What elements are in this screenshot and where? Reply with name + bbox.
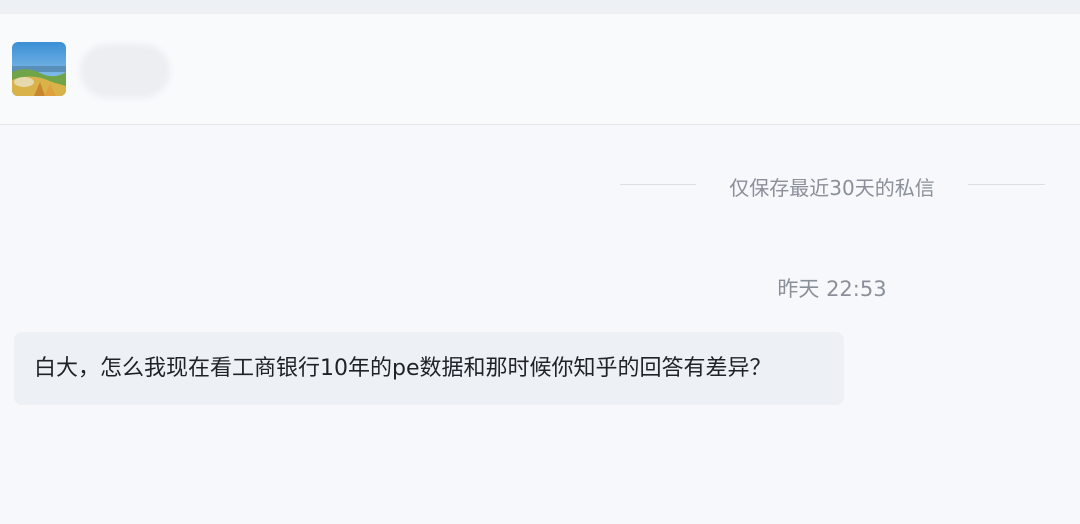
notice-divider-right bbox=[968, 184, 1045, 185]
retention-notice-text: 仅保存最近30天的私信 bbox=[729, 176, 935, 200]
contact-name-redacted bbox=[80, 44, 170, 98]
message-timestamp: 昨天 22:53 bbox=[777, 277, 887, 301]
chat-message-area[interactable]: 仅保存最近30天的私信 昨天 22:53 白大，怎么我现在看工商银行10年的pe… bbox=[0, 125, 1080, 524]
retention-notice: 仅保存最近30天的私信 bbox=[620, 165, 1045, 205]
message-text: 白大，怎么我现在看工商银行10年的pe数据和那时候你知乎的回答有差异？ bbox=[34, 356, 772, 381]
notice-divider-left bbox=[620, 184, 696, 185]
landscape-avatar-icon bbox=[12, 42, 66, 96]
contact-avatar[interactable] bbox=[12, 42, 66, 96]
window-top-strip bbox=[0, 0, 1080, 14]
message-bubble[interactable]: 白大，怎么我现在看工商银行10年的pe数据和那时候你知乎的回答有差异？ bbox=[14, 332, 844, 405]
chat-header bbox=[0, 14, 1080, 125]
